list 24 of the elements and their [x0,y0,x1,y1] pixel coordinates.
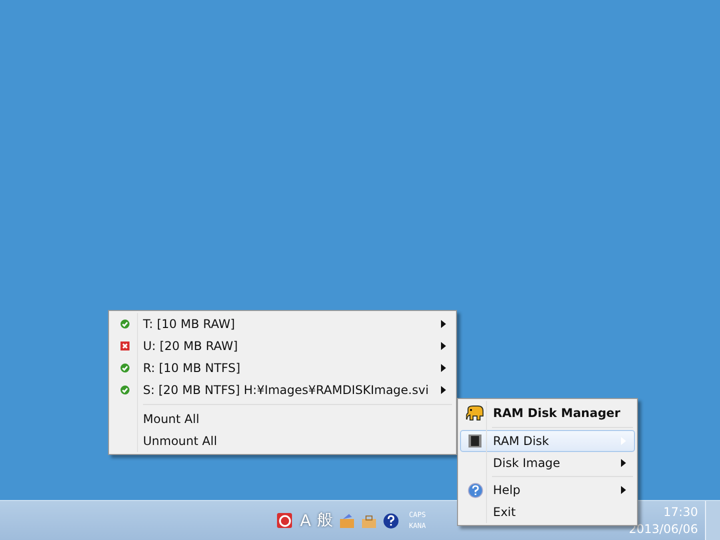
check-icon [120,363,130,373]
menu-item[interactable]: Help [460,479,635,501]
elephant-icon [466,405,484,421]
check-icon [120,385,130,395]
help-icon[interactable] [382,512,399,528]
toolbox-icon[interactable] [360,512,377,528]
menu-item[interactable]: S: [20 MB NTFS] H:¥Images¥RAMDISKImage.svi [111,379,454,401]
menu-item[interactable]: R: [10 MB NTFS] [111,357,454,379]
clock-date: 2013/06/06 [628,520,698,538]
app-icon[interactable] [276,512,294,530]
menu-title: RAM Disk Manager [492,406,622,420]
menu-item[interactable]: Unmount All [111,430,454,452]
chip-icon [468,434,482,448]
clock-time: 17:30 [663,504,698,520]
menu-item[interactable]: Disk Image [460,452,635,474]
menu-item[interactable]: T: [10 MB RAW] [111,313,454,335]
menu-item[interactable]: RAM Disk [460,430,635,452]
menu-item[interactable]: U: [20 MB RAW] [111,335,454,357]
menu-item[interactable]: Mount All [111,408,454,430]
error-icon [120,341,130,351]
help-icon [468,482,482,498]
toolbox-icon[interactable] [338,512,355,528]
check-icon [120,319,130,329]
show-desktop-button[interactable] [705,501,720,540]
